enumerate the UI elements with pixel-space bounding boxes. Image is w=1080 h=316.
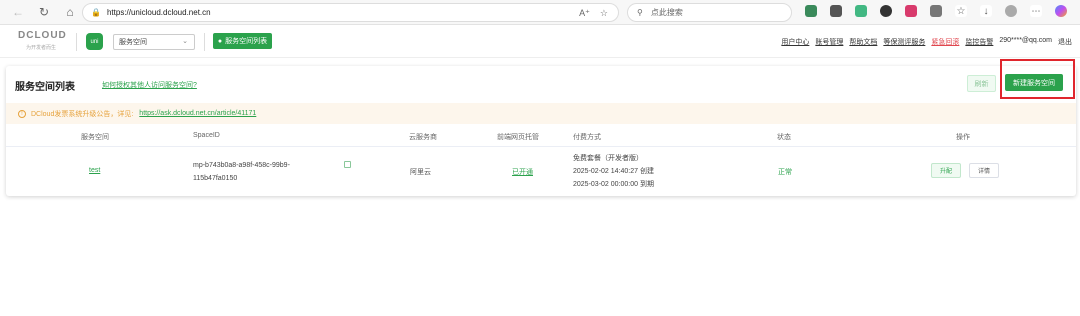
- search-placeholder: 点此搜索: [650, 8, 683, 17]
- space-name-link[interactable]: test: [89, 167, 100, 174]
- hosting-link[interactable]: 已开通: [512, 167, 533, 177]
- page-title: 服务空间列表: [15, 82, 75, 93]
- dot-icon: ●: [217, 37, 223, 45]
- space-list-button[interactable]: ● 服务空间列表: [213, 33, 272, 49]
- link-account[interactable]: 账号管理: [815, 37, 843, 47]
- col-header-name: 服务空间: [81, 134, 109, 141]
- space-id: mp-b743b0a8-a98f-458c-99b9- 115b47fa0150: [193, 159, 290, 185]
- extension-circle-icon[interactable]: [880, 5, 892, 17]
- more-menu-icon[interactable]: ⋯: [1030, 5, 1042, 17]
- app-header: DCLOUD 为开发者而生 uni 服务空间 ⌄ ● 服务空间列表 用户中心 账…: [0, 26, 1080, 58]
- home-icon[interactable]: ⌂: [62, 4, 78, 20]
- read-aloud-icon[interactable]: A⁺: [579, 8, 590, 19]
- space-selector[interactable]: 服务空间 ⌄: [113, 34, 195, 50]
- unicloud-icon: uni: [86, 33, 103, 50]
- col-header-actions: 操作: [956, 134, 970, 141]
- warning-icon: !: [18, 109, 26, 118]
- refresh-button[interactable]: 刷新: [967, 75, 996, 92]
- back-icon[interactable]: ←: [10, 4, 26, 20]
- notice-link[interactable]: https://ask.dcloud.net.cn/article/41171: [139, 110, 256, 117]
- profile-avatar-icon[interactable]: [1005, 5, 1017, 17]
- browser-toolbar: ← ↻ ⌂ 🔒 https://unicloud.dcloud.net.cn A…: [0, 0, 1080, 25]
- provider: 阿里云: [410, 169, 431, 176]
- logout-link[interactable]: 退出: [1058, 37, 1072, 47]
- highlight-annotation: [1000, 59, 1075, 99]
- col-header-spaceid: SpaceID: [193, 132, 220, 139]
- divider: [204, 33, 205, 51]
- col-header-provider: 云服务商: [409, 134, 437, 141]
- space-selector-value: 服务空间: [119, 39, 147, 46]
- notice-text: DCloud发票系统升级公告，详见:: [31, 110, 134, 118]
- created-time: 2025-02-02 14:40:27 创建: [573, 168, 654, 175]
- link-user-center[interactable]: 用户中心: [781, 37, 809, 47]
- payment-info: 免费套餐（开发者版） 2025-02-02 14:40:27 创建 2025-0…: [573, 152, 654, 191]
- extension-pink-icon[interactable]: [905, 5, 917, 17]
- col-header-payment: 付费方式: [573, 134, 601, 141]
- link-monitor[interactable]: 监控告警: [965, 37, 993, 47]
- reload-icon[interactable]: ↻: [36, 4, 52, 20]
- space-list-label: 服务空间列表: [225, 38, 268, 45]
- address-bar[interactable]: 🔒 https://unicloud.dcloud.net.cn A⁺ ☆: [82, 3, 619, 22]
- search-icon: ⚲: [637, 8, 643, 17]
- browser-search-input[interactable]: ⚲ 点此搜索: [627, 3, 792, 22]
- col-header-status: 状态: [777, 134, 791, 141]
- expire-time: 2025-03-02 00:00:00 到期: [573, 181, 654, 188]
- dcloud-logo[interactable]: DCLOUD: [18, 30, 67, 41]
- extension-vue-icon[interactable]: [855, 5, 867, 17]
- copy-icon[interactable]: [344, 161, 351, 168]
- link-help[interactable]: 帮助文档: [849, 37, 877, 47]
- user-email[interactable]: 290****@qq.com: [999, 37, 1052, 47]
- url-text: https://unicloud.dcloud.net.cn: [106, 8, 211, 17]
- upgrade-button[interactable]: 升配: [931, 163, 961, 178]
- download-icon[interactable]: ↓: [980, 5, 992, 17]
- logo-tagline: 为开发者而生: [26, 45, 57, 51]
- table-header: 服务空间 SpaceID 云服务商 前端网页托管 付费方式 状态 操作: [6, 125, 1076, 147]
- extension-copy-icon[interactable]: [830, 5, 842, 17]
- chevron-down-icon: ⌄: [182, 38, 188, 45]
- link-emergency-rollback[interactable]: 紧急回滚: [931, 37, 959, 47]
- copilot-icon[interactable]: [1055, 5, 1067, 17]
- detail-button[interactable]: 详情: [969, 163, 999, 178]
- link-review[interactable]: 等保测评服务: [883, 37, 925, 47]
- lock-icon: 🔒: [91, 8, 101, 17]
- extensions-puzzle-icon[interactable]: [930, 5, 942, 17]
- auth-help-link[interactable]: 如何授权其他人访问服务空间?: [102, 80, 197, 90]
- table-row: test mp-b743b0a8-a98f-458c-99b9- 115b47f…: [6, 148, 1076, 194]
- divider: [76, 33, 77, 51]
- col-header-hosting: 前端网页托管: [497, 134, 539, 141]
- space-id-line1: mp-b743b0a8-a98f-458c-99b9-: [193, 162, 290, 169]
- status-badge: 正常: [778, 169, 792, 176]
- top-links: 用户中心 账号管理 帮助文档 等保测评服务 紧急回滚 监控告警 290****@…: [775, 37, 1072, 47]
- favorite-star-icon[interactable]: ☆: [600, 8, 608, 19]
- favorites-icon[interactable]: ☆: [955, 5, 967, 17]
- space-list-card: 服务空间列表 如何授权其他人访问服务空间? 刷新 新建服务空间 ! DCloud…: [6, 59, 1076, 196]
- space-id-line2: 115b47fa0150: [193, 175, 238, 182]
- notice-bar: ! DCloud发票系统升级公告，详见: https://ask.dcloud.…: [6, 103, 1076, 124]
- pay-plan: 免费套餐（开发者版）: [573, 155, 643, 162]
- extension-wechat-icon[interactable]: [805, 5, 817, 17]
